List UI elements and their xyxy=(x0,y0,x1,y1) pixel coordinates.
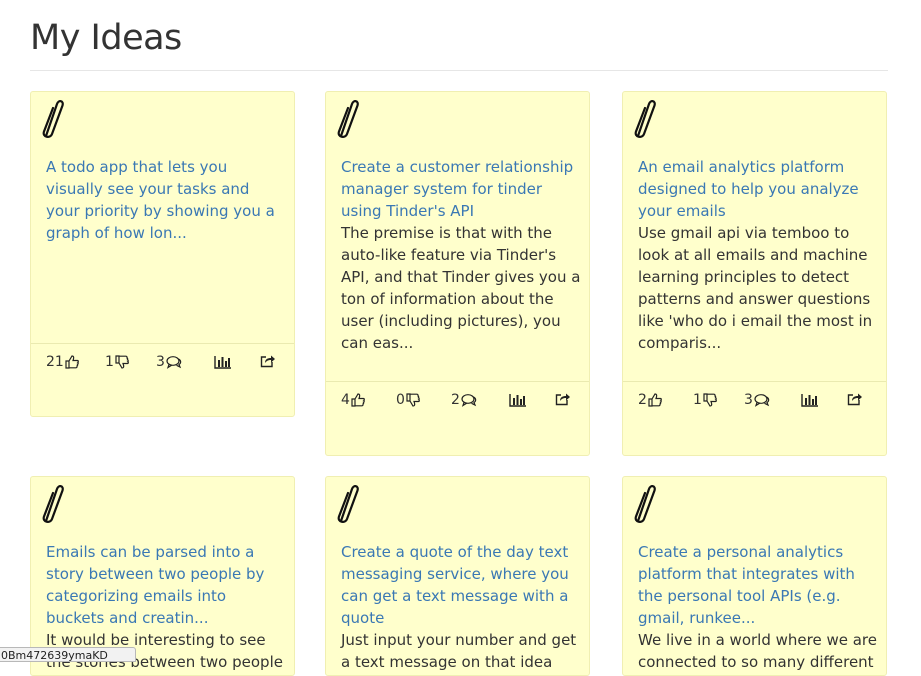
idea-title-link[interactable]: An email analytics platform designed to … xyxy=(638,156,878,222)
share-icon xyxy=(260,355,275,368)
idea-description: We live in a world where we are connecte… xyxy=(638,631,877,671)
bar-chart-icon xyxy=(509,394,526,407)
card-footer-divider xyxy=(326,381,589,382)
idea-card: Create a quote of the day text messaging… xyxy=(325,476,590,676)
link-status-bar: 0Bm472639ymaKD xyxy=(0,647,136,662)
upvote-button[interactable]: 21 xyxy=(46,354,79,370)
thumbs-up-icon xyxy=(351,393,365,407)
downvote-button[interactable]: 1 xyxy=(693,392,717,408)
bar-chart-icon xyxy=(801,394,818,407)
idea-description: Just input your number and get a text me… xyxy=(341,631,577,671)
bar-chart-icon xyxy=(214,356,231,369)
downvote-count: 1 xyxy=(693,392,702,408)
stats-chart-button[interactable] xyxy=(213,355,232,369)
idea-card: A todo app that lets you visually see yo… xyxy=(30,91,295,417)
comment-count: 3 xyxy=(744,392,753,408)
paperclip-icon xyxy=(634,485,656,523)
thumbs-down-icon xyxy=(406,393,420,407)
idea-card: An email analytics platform designed to … xyxy=(622,91,887,456)
stats-chart-button[interactable] xyxy=(508,393,527,407)
upvote-button[interactable]: 2 xyxy=(638,392,662,408)
idea-card: Create a customer relationship manager s… xyxy=(325,91,590,456)
share-button[interactable] xyxy=(554,392,571,406)
idea-description: The premise is that with the auto-like f… xyxy=(341,224,581,352)
comment-count: 3 xyxy=(156,354,165,370)
upvote-count: 2 xyxy=(638,392,647,408)
share-icon xyxy=(555,393,570,406)
share-button[interactable] xyxy=(259,354,276,368)
idea-card: Create a personal analytics platform tha… xyxy=(622,476,887,676)
paperclip-icon xyxy=(337,100,359,138)
idea-card: Emails can be parsed into a story betwee… xyxy=(30,476,295,676)
idea-title-link[interactable]: Create a customer relationship manager s… xyxy=(341,156,581,222)
downvote-button[interactable]: 1 xyxy=(105,354,129,370)
paperclip-icon xyxy=(42,485,64,523)
upvote-count: 4 xyxy=(341,392,350,408)
stats-chart-button[interactable] xyxy=(800,393,819,407)
comments-icon xyxy=(461,394,477,407)
comments-icon xyxy=(166,356,182,369)
comment-count: 2 xyxy=(451,392,460,408)
title-divider xyxy=(30,70,888,71)
idea-title-link[interactable]: Create a quote of the day text messaging… xyxy=(341,541,581,629)
thumbs-up-icon xyxy=(65,355,79,369)
page-title: My Ideas xyxy=(30,18,182,58)
paperclip-icon xyxy=(42,100,64,138)
comments-button[interactable]: 2 xyxy=(451,392,477,408)
comments-button[interactable]: 3 xyxy=(744,392,770,408)
idea-title-link[interactable]: Create a personal analytics platform tha… xyxy=(638,541,878,629)
share-button[interactable] xyxy=(846,392,863,406)
thumbs-down-icon xyxy=(115,355,129,369)
paperclip-icon xyxy=(634,100,656,138)
idea-stats: 4 0 2 xyxy=(341,392,586,414)
idea-description: Use gmail api via temboo to look at all … xyxy=(638,224,873,352)
card-footer-divider xyxy=(623,381,886,382)
idea-title-link[interactable]: A todo app that lets you visually see yo… xyxy=(46,156,286,244)
upvote-count: 21 xyxy=(46,354,64,370)
thumbs-up-icon xyxy=(648,393,662,407)
card-footer-divider xyxy=(31,343,294,344)
comments-button[interactable]: 3 xyxy=(156,354,182,370)
downvote-count: 0 xyxy=(396,392,405,408)
idea-title-link[interactable]: Emails can be parsed into a story betwee… xyxy=(46,541,286,629)
downvote-button[interactable]: 0 xyxy=(396,392,420,408)
idea-stats: 2 1 3 xyxy=(638,392,883,414)
thumbs-down-icon xyxy=(703,393,717,407)
comments-icon xyxy=(754,394,770,407)
idea-stats: 21 1 3 xyxy=(46,354,291,376)
downvote-count: 1 xyxy=(105,354,114,370)
paperclip-icon xyxy=(337,485,359,523)
upvote-button[interactable]: 4 xyxy=(341,392,365,408)
share-icon xyxy=(847,393,862,406)
